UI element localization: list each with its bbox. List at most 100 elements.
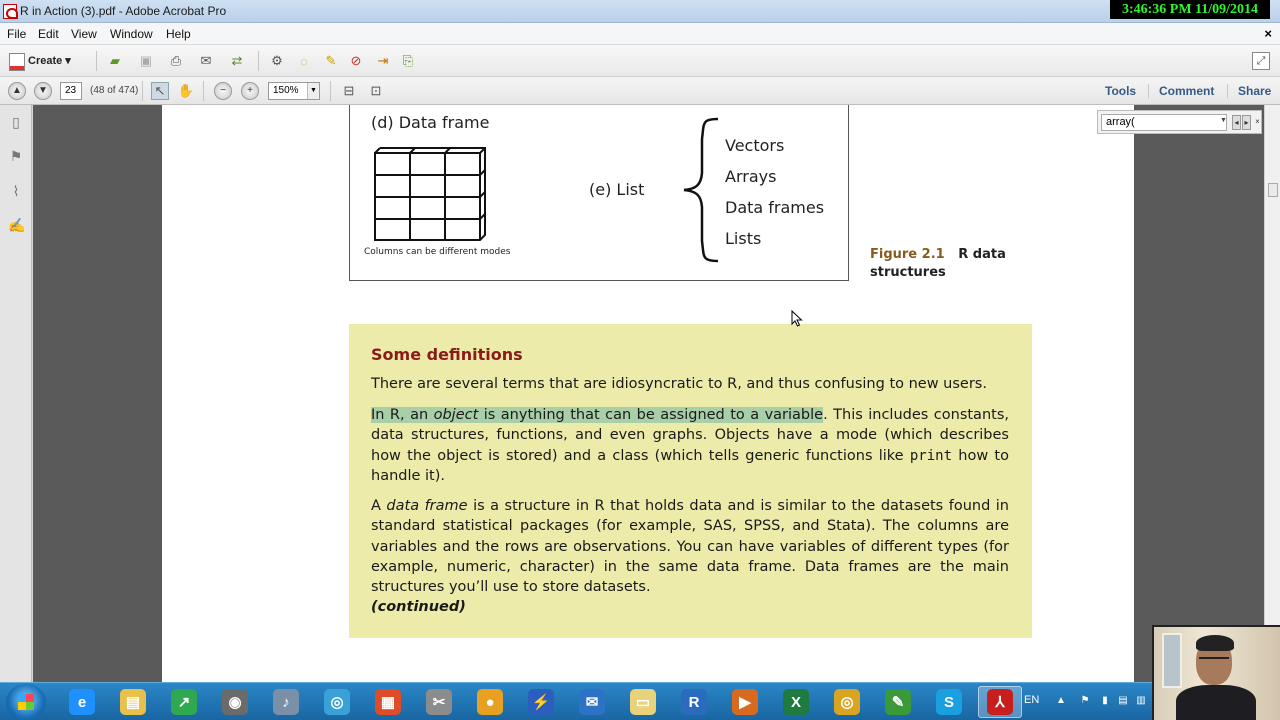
menu-file[interactable]: File: [7, 27, 26, 41]
save-icon[interactable]: ▣: [137, 52, 155, 70]
wifi-app-taskbar-button[interactable]: ◉: [213, 686, 257, 718]
snipping-tool-taskbar-button[interactable]: ✂: [417, 686, 461, 718]
object-term: object: [433, 407, 479, 423]
menu-bar: File Edit View Window Help ×: [0, 23, 1280, 45]
apps-grid-icon: ▦: [375, 689, 401, 715]
circle-app-taskbar-button[interactable]: ●: [468, 686, 512, 718]
create-button[interactable]: Create ▾: [8, 52, 71, 71]
menu-window[interactable]: Window: [110, 27, 153, 41]
media-player-app-icon: ▶: [732, 689, 758, 715]
fit-page-icon[interactable]: ⊟: [340, 82, 358, 100]
data-frame-label: (d) Data frame: [371, 113, 490, 132]
media-player-app-taskbar-button[interactable]: ▶: [723, 686, 767, 718]
email-icon[interactable]: ✉: [197, 52, 215, 70]
excel-app-icon: X: [783, 689, 809, 715]
tab-share[interactable]: Share: [1227, 84, 1271, 98]
comment-bubble-icon[interactable]: ◌: [295, 52, 313, 70]
r-app-taskbar-button[interactable]: R: [672, 686, 716, 718]
fit-width-icon[interactable]: ⊡: [367, 82, 385, 100]
signatures-icon[interactable]: ✍: [8, 217, 25, 235]
folder-app-taskbar-button[interactable]: ▭: [621, 686, 665, 718]
create-label: Create: [28, 55, 63, 67]
find-next-icon[interactable]: ▸: [1242, 115, 1251, 130]
data-frame-term: data frame: [386, 498, 468, 514]
network-icon[interactable]: ▥: [1135, 695, 1147, 707]
attachments-icon[interactable]: ⌇: [8, 183, 24, 201]
settings-gear-icon[interactable]: ⚙: [268, 52, 286, 70]
menu-edit[interactable]: Edit: [38, 27, 59, 41]
mouse-cursor-icon: [791, 310, 803, 327]
skype-app-taskbar-button[interactable]: S: [927, 686, 971, 718]
next-page-icon[interactable]: ▼: [34, 82, 52, 100]
stock-chart-app-taskbar-button[interactable]: ↗: [162, 686, 206, 718]
internet-explorer-taskbar-button[interactable]: e: [60, 686, 104, 718]
zoom-out-icon[interactable]: −: [214, 82, 232, 100]
continued-label: (continued): [371, 599, 466, 615]
usb-icon[interactable]: ▤: [1117, 695, 1129, 707]
photo-app-taskbar-button[interactable]: ✎: [876, 686, 920, 718]
hand-tool-icon[interactable]: ✋: [177, 82, 195, 100]
toolbar-separator: [258, 51, 259, 71]
outlook-app-taskbar-button[interactable]: ✉: [570, 686, 614, 718]
find-close-icon[interactable]: ×: [1253, 115, 1262, 130]
zoom-level-select[interactable]: 150% ▼: [268, 82, 320, 100]
r-app-icon: R: [681, 689, 707, 715]
vertical-scrollbar[interactable]: [1264, 105, 1280, 682]
zoom-in-icon[interactable]: +: [241, 82, 259, 100]
redact-icon[interactable]: ⊘: [347, 52, 365, 70]
page-thumbnails-icon[interactable]: ▯: [8, 114, 24, 132]
figure-frame: (d) Data frame Columns can be different …: [349, 105, 849, 281]
start-button[interactable]: [6, 684, 46, 720]
curly-brace-graphic: [683, 117, 719, 263]
document-view[interactable]: (d) Data frame Columns can be different …: [33, 105, 1264, 682]
page-number-input[interactable]: 23: [60, 82, 82, 100]
tab-tools[interactable]: Tools: [1105, 84, 1136, 98]
toolbar-separator: [330, 81, 331, 101]
skype-app-icon: S: [936, 689, 962, 715]
highlight-icon[interactable]: ✎: [322, 52, 340, 70]
tray-expand-icon[interactable]: ▲: [1055, 695, 1067, 707]
find-dropdown-icon[interactable]: ▼: [1220, 117, 1227, 124]
menu-view[interactable]: View: [71, 27, 97, 41]
previous-page-icon[interactable]: ▲: [8, 82, 26, 100]
data-frame-def-text: is a structure in R that holds data and …: [371, 498, 1009, 596]
navigation-pane: ▯ ⚑ ⌇ ✍: [0, 105, 32, 682]
find-previous-icon[interactable]: ◂: [1232, 115, 1241, 130]
page-count: (48 of 474): [90, 85, 139, 96]
print-icon[interactable]: ⎙: [167, 52, 185, 70]
power-icon[interactable]: ▮: [1099, 695, 1111, 707]
webcam-person-hair: [1196, 635, 1234, 651]
action-center-flag-icon[interactable]: ⚑: [1079, 695, 1091, 707]
find-input[interactable]: array(: [1101, 114, 1227, 131]
chrome-app-taskbar-button[interactable]: ◎: [825, 686, 869, 718]
data-frame-def-text: A: [371, 498, 387, 514]
open-folder-icon[interactable]: ▰: [106, 52, 124, 70]
stock-chart-app-icon: ↗: [171, 689, 197, 715]
media-app-taskbar-button[interactable]: ◎: [315, 686, 359, 718]
language-indicator[interactable]: EN: [1024, 694, 1039, 706]
tab-comment[interactable]: Comment: [1148, 84, 1214, 98]
fullscreen-expand-icon[interactable]: ⤢: [1252, 52, 1270, 70]
scrollbar-thumb[interactable]: [1268, 183, 1278, 197]
chrome-app-icon: ◎: [834, 689, 860, 715]
collaborate-icon[interactable]: ⇄: [228, 52, 246, 70]
menu-help[interactable]: Help: [166, 27, 191, 41]
apps-grid-taskbar-button[interactable]: ▦: [366, 686, 410, 718]
bookmarks-icon[interactable]: ⚑: [8, 148, 24, 166]
audio-app-taskbar-button[interactable]: ♪: [264, 686, 308, 718]
print-code: print: [909, 447, 953, 464]
navigation-toolbar: ▲ ▼ 23 (48 of 474) ↖ ✋ − + 150% ▼ ⊟ ⊡ Too…: [0, 77, 1280, 105]
media-app-icon: ◎: [324, 689, 350, 715]
file-explorer-taskbar-button[interactable]: ▤: [111, 686, 155, 718]
excel-app-taskbar-button[interactable]: X: [774, 686, 818, 718]
select-tool-icon[interactable]: ↖: [151, 82, 169, 100]
acrobat-app-taskbar-button[interactable]: ⅄: [978, 686, 1022, 718]
edit-document-icon[interactable]: ⎘: [399, 52, 417, 70]
export-icon[interactable]: ⇥: [374, 52, 392, 70]
flow-app-icon: ⚡: [528, 689, 554, 715]
close-document-icon[interactable]: ×: [1264, 26, 1272, 41]
internet-explorer-icon: e: [69, 689, 95, 715]
find-toolbar: array( ▼ ◂ ▸ ×: [1097, 110, 1262, 134]
zoom-value: 150%: [273, 85, 299, 96]
flow-app-taskbar-button[interactable]: ⚡: [519, 686, 563, 718]
